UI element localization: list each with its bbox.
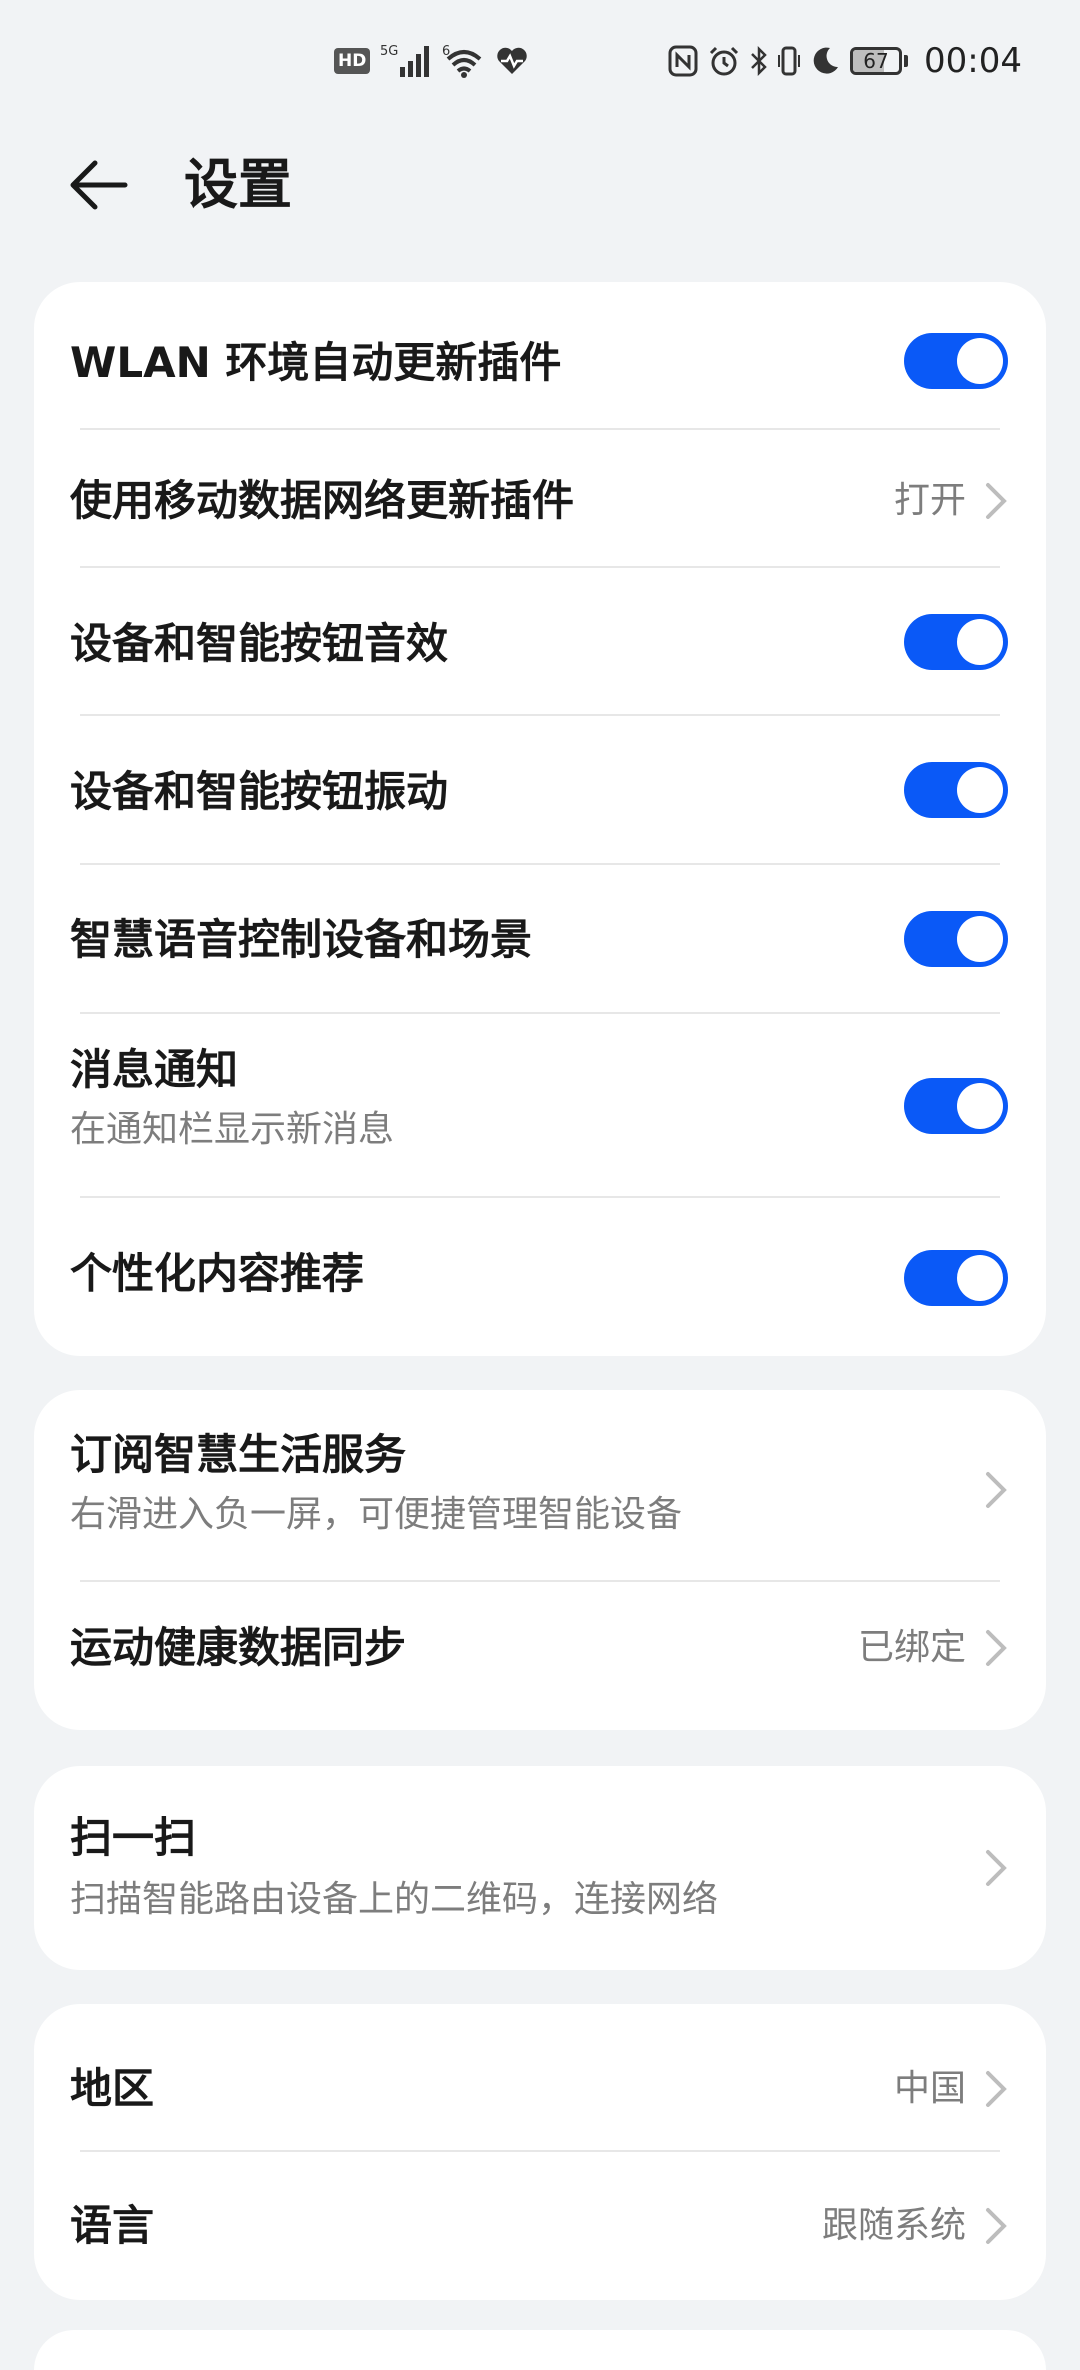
voice-control-toggle[interactable] [904,911,1008,967]
health-heart-icon [496,46,528,76]
row-title: 设备和智能按钮振动 [70,767,449,816]
chevron-right-icon [986,1472,1007,1508]
hd-icon: HD [334,48,371,74]
chevron-right-icon [986,2071,1007,2107]
row-voice-control[interactable]: 智慧语音控制设备和场景 [34,865,1046,1014]
row-subtitle: 在通知栏显示新消息 [70,1109,395,1150]
settings-card-locale: 地区 中国 语言 跟随系统 [34,2004,1046,2300]
row-title: 消息通知 [70,1045,239,1094]
settings-card-scan: 扫一扫 扫描智能路由设备上的二维码，连接网络 [34,1766,1046,1970]
row-title: 个性化内容推荐 [70,1249,365,1298]
row-title: 地区 [70,2064,155,2113]
row-health-data-sync[interactable]: 运动健康数据同步 已绑定 [34,1582,1046,1730]
row-title: 订阅智慧生活服务 [70,1430,407,1479]
settings-card-preferences: WLAN 环境自动更新插件 使用移动数据网络更新插件 打开 设备和智能按钮音效 … [34,282,1046,1356]
row-title: 运动健康数据同步 [70,1623,407,1672]
row-subscribe-smart-life[interactable]: 订阅智慧生活服务 右滑进入负一屏，可便捷管理智能设备 [34,1390,1046,1582]
status-time: 00:04 [924,41,1022,81]
row-personalized-content[interactable]: 个性化内容推荐 [34,1198,1046,1356]
row-message-notification[interactable]: 消息通知 在通知栏显示新消息 [34,1014,1046,1198]
row-button-vibration[interactable]: 设备和智能按钮振动 [34,716,1046,865]
chevron-right-icon [986,2208,1007,2244]
row-title: WLAN 环境自动更新插件 [70,338,562,387]
row-wlan-auto-update[interactable]: WLAN 环境自动更新插件 [34,282,1046,430]
chevron-right-icon [986,1850,1007,1886]
button-vibration-toggle[interactable] [904,762,1008,818]
row-title: 使用移动数据网络更新插件 [70,476,575,525]
chevron-right-icon [986,483,1007,519]
row-title: 设备和智能按钮音效 [70,619,449,668]
message-notification-toggle[interactable] [904,1078,1008,1134]
alarm-icon [708,45,740,77]
back-button[interactable] [66,152,132,218]
row-region[interactable]: 地区 中国 [34,2004,1046,2152]
top-app-bar: 设置 [0,130,1080,240]
wlan-auto-update-toggle[interactable] [904,333,1008,389]
network-type-label: 5G [380,44,398,59]
row-title: 语言 [70,2201,155,2250]
bluetooth-icon [750,45,768,77]
status-left-group: HD 5G 6 [334,40,528,82]
arrow-left-icon [70,160,128,210]
personalized-content-toggle[interactable] [904,1250,1008,1306]
row-value: 中国 [893,2068,966,2109]
row-mobile-data-update[interactable]: 使用移动数据网络更新插件 打开 [34,430,1046,568]
row-subtitle: 右滑进入负一屏，可便捷管理智能设备 [70,1494,683,1535]
row-title: 扫一扫 [70,1813,197,1862]
settings-card-next [34,2330,1046,2370]
row-button-sound[interactable]: 设备和智能按钮音效 [34,568,1046,716]
moon-icon [810,45,840,77]
status-right-group: 67 00:04 [668,40,1022,82]
row-scan[interactable]: 扫一扫 扫描智能路由设备上的二维码，连接网络 [34,1766,1046,1970]
row-title: 智慧语音控制设备和场景 [70,915,533,964]
row-value: 跟随系统 [821,2205,966,2246]
signal-5g-icon: 5G [380,43,432,79]
row-value: 已绑定 [857,1627,966,1668]
nfc-icon [668,45,698,77]
row-language[interactable]: 语言 跟随系统 [34,2152,1046,2300]
vibrate-icon [778,45,801,77]
wifi-icon: 6 [442,43,486,79]
row-subtitle: 扫描智能路由设备上的二维码，连接网络 [70,1879,719,1920]
settings-card-services: 订阅智慧生活服务 右滑进入负一屏，可便捷管理智能设备 运动健康数据同步 已绑定 [34,1390,1046,1730]
battery-icon: 67 [850,47,909,75]
chevron-right-icon [986,1630,1007,1666]
row-value: 打开 [893,480,966,521]
status-bar: HD 5G 6 67 00:04 [0,0,1080,120]
page-title: 设置 [184,153,292,216]
button-sound-toggle[interactable] [904,614,1008,670]
battery-level: 67 [863,49,889,73]
